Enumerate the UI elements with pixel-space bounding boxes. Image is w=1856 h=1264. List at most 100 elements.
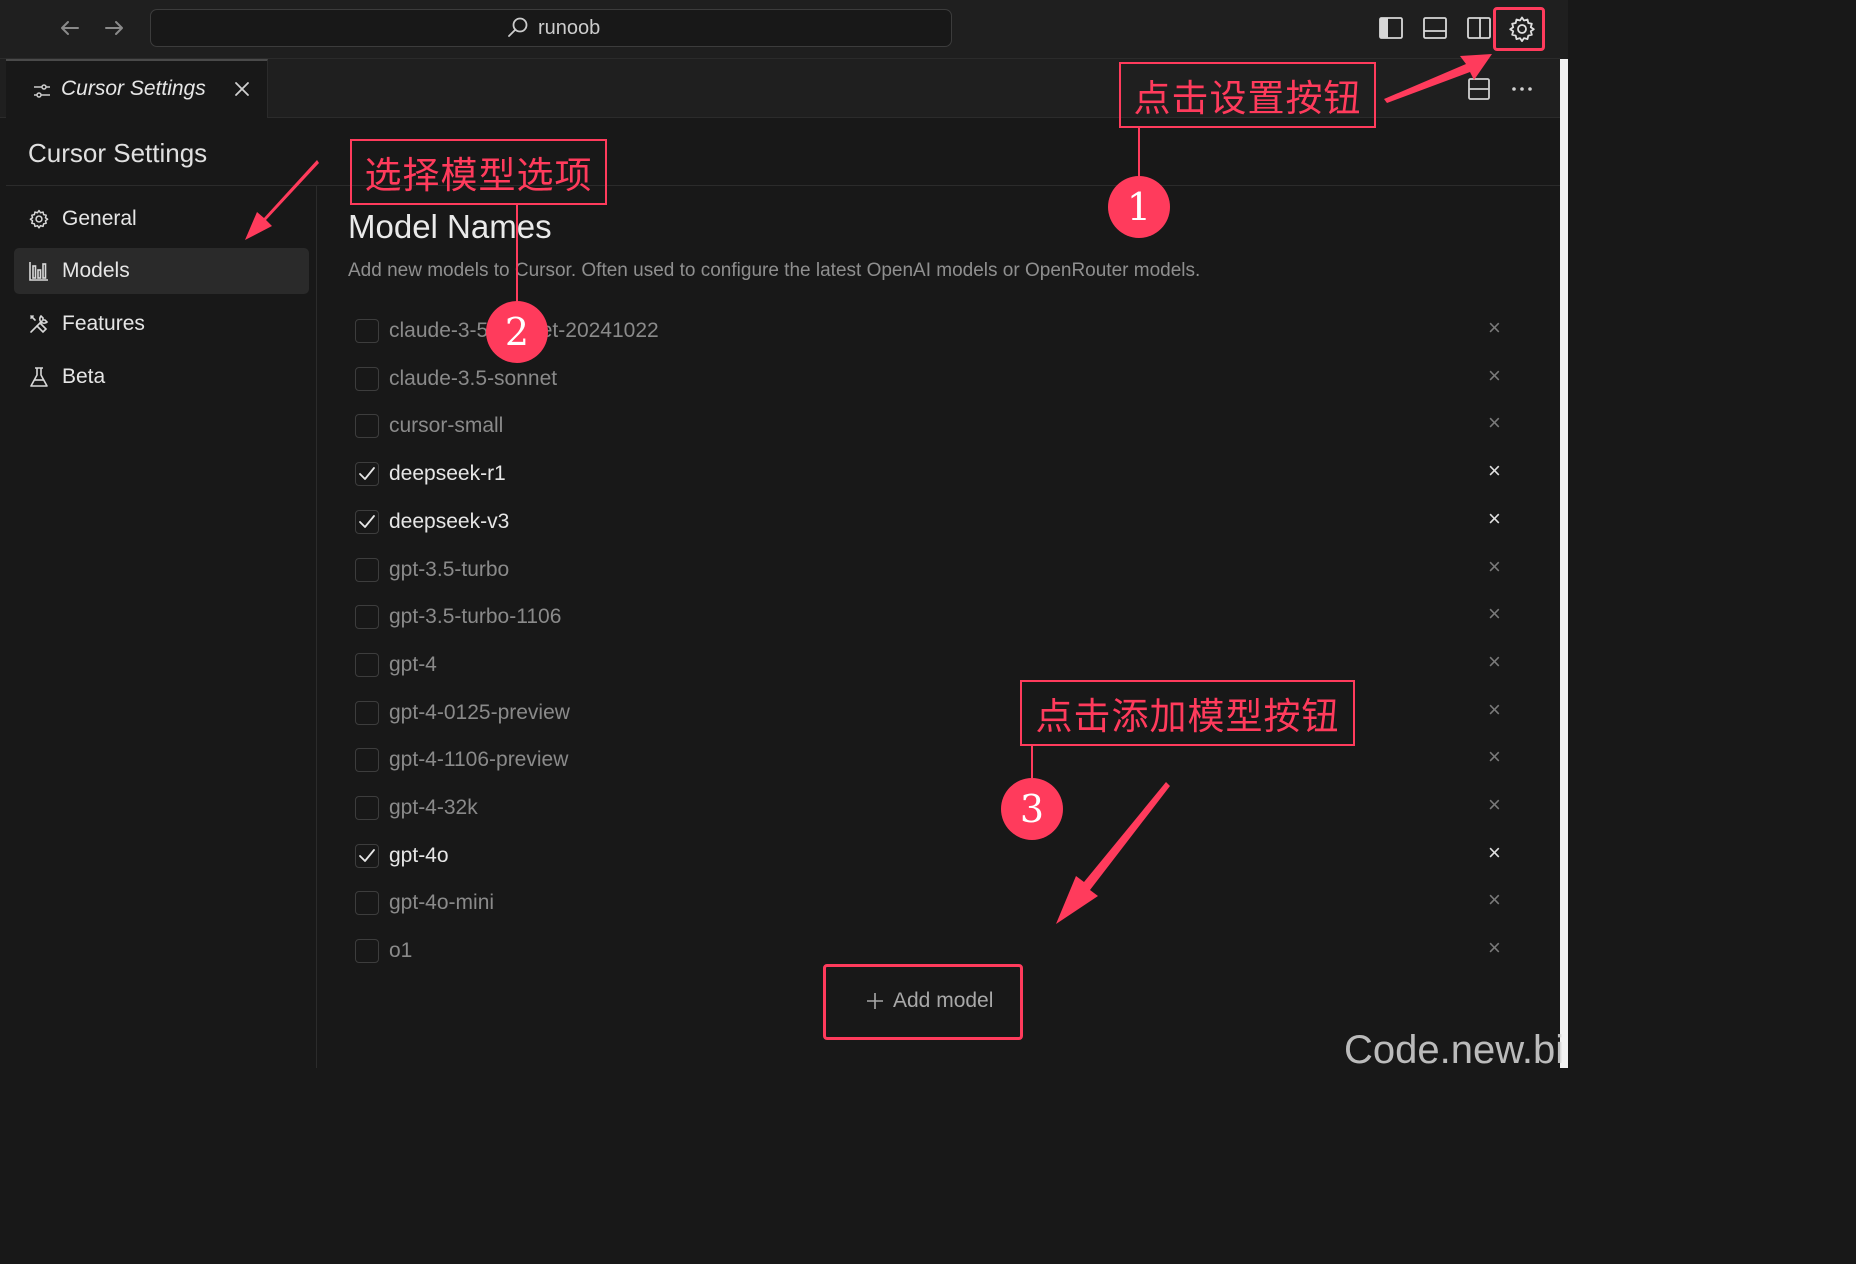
remove-model-icon[interactable]: × [1488,363,1501,389]
sidebar-item-features[interactable]: Features [14,301,309,347]
divider [6,185,1560,186]
annotation-connector [1138,128,1140,178]
model-name: gpt-4-0125-preview [389,701,570,724]
annotation-badge-1: 1 [1108,176,1170,238]
search-text: runoob [538,16,601,39]
model-row: claude-3.5-sonnet × [354,361,1514,401]
annotation-connector [1031,746,1033,780]
tab-label: Cursor Settings [61,77,206,100]
model-checkbox[interactable] [355,748,379,772]
watermark: Code.new.bi [1344,1028,1565,1072]
model-checkbox[interactable] [355,414,379,438]
toggle-secondary-sidebar-icon[interactable] [1465,14,1493,42]
model-checkbox[interactable] [355,844,379,868]
plus-icon [867,993,883,1009]
remove-model-icon[interactable]: × [1488,410,1501,436]
tab-cursor-settings[interactable]: Cursor Settings [6,59,268,118]
model-row: deepseek-r1 × [354,456,1514,496]
model-row: cursor-small × [354,408,1514,448]
remove-model-icon[interactable]: × [1488,697,1501,723]
model-name: deepseek-v3 [389,510,510,533]
model-checkbox[interactable] [355,462,379,486]
model-name: gpt-4-1106-preview [389,748,569,771]
sidebar-item-label: Beta [62,365,106,388]
model-name: o1 [389,939,413,962]
model-name: claude-3.5-sonnet [389,367,558,390]
remove-model-icon[interactable]: × [1488,887,1501,913]
model-name: gpt-4-32k [389,796,478,819]
command-center-search[interactable]: runoob [150,9,952,47]
flask-icon [28,366,50,388]
model-row: deepseek-v3 × [354,504,1514,544]
model-name: gpt-4 [389,653,437,676]
remove-model-icon[interactable]: × [1488,649,1501,675]
arrow-right-icon[interactable] [100,14,128,42]
remove-model-icon[interactable]: × [1488,601,1501,627]
bar-chart-icon [28,260,50,282]
window-edge [1560,0,1568,59]
model-checkbox[interactable] [355,510,379,534]
gear-icon [28,208,50,230]
tools-icon [28,313,50,335]
annotation-badge-2: 2 [486,301,548,363]
model-checkbox[interactable] [355,891,379,915]
check-icon [359,467,375,480]
sidebar-separator [316,186,317,1068]
model-checkbox[interactable] [355,653,379,677]
model-checkbox[interactable] [355,605,379,629]
remove-model-icon[interactable]: × [1488,458,1501,484]
sidebar-item-label: General [62,207,137,230]
sidebar-item-label: Models [62,259,130,282]
model-row: gpt-4o-mini × [354,885,1514,925]
model-checkbox[interactable] [355,701,379,725]
model-name: gpt-3.5-turbo-1106 [389,605,562,628]
close-icon[interactable] [232,75,252,106]
model-name: deepseek-r1 [389,462,506,485]
add-model-label: Add model [893,989,994,1012]
model-checkbox[interactable] [355,939,379,963]
annotation-step2: 选择模型选项 [350,139,607,205]
model-checkbox[interactable] [355,558,379,582]
settings-sliders-icon [34,84,50,98]
annotation-badge-3: 3 [1001,778,1063,840]
annotation-connector [516,205,518,303]
check-icon [359,849,375,862]
sidebar-item-general[interactable]: General [14,196,309,242]
arrow-left-icon[interactable] [56,14,84,42]
model-row: gpt-3.5-turbo-1106 × [354,599,1514,639]
annotation-step1: 点击设置按钮 [1119,62,1376,128]
remove-model-icon[interactable]: × [1488,840,1501,866]
model-name: cursor-small [389,414,504,437]
annotation-step3: 点击添加模型按钮 [1020,680,1355,746]
model-checkbox[interactable] [355,367,379,391]
search-icon [508,17,528,37]
more-actions-icon[interactable] [1509,76,1535,107]
model-checkbox[interactable] [355,319,379,343]
page-title: Model Names [348,208,552,245]
model-row: gpt-3.5-turbo × [354,552,1514,592]
split-editor-icon[interactable] [1466,76,1492,107]
toggle-panel-icon[interactable] [1421,14,1449,42]
remove-model-icon[interactable]: × [1488,554,1501,580]
model-checkbox[interactable] [355,796,379,820]
remove-model-icon[interactable]: × [1488,315,1501,341]
sidebar-item-label: Features [62,312,145,335]
window-edge-light [1560,59,1568,1068]
model-row: gpt-4-32k × [354,790,1514,830]
remove-model-icon[interactable]: × [1488,792,1501,818]
model-row: gpt-4-1106-preview × [354,742,1514,782]
sidebar-item-models[interactable]: Models [14,248,309,294]
gear-icon[interactable] [1507,14,1535,42]
remove-model-icon[interactable]: × [1488,506,1501,532]
remove-model-icon[interactable]: × [1488,744,1501,770]
title-bar: runoob [0,0,1568,59]
toggle-primary-sidebar-icon[interactable] [1377,14,1405,42]
add-model-button[interactable]: Add model [865,989,993,1013]
model-row: gpt-4o × [354,838,1514,878]
settings-title: Cursor Settings [28,138,208,168]
page-description: Add new models to Cursor. Often used to … [348,260,1201,281]
sidebar-item-beta[interactable]: Beta [14,354,309,400]
check-icon [359,515,375,528]
model-name: gpt-4o-mini [389,891,495,914]
remove-model-icon[interactable]: × [1488,935,1501,961]
